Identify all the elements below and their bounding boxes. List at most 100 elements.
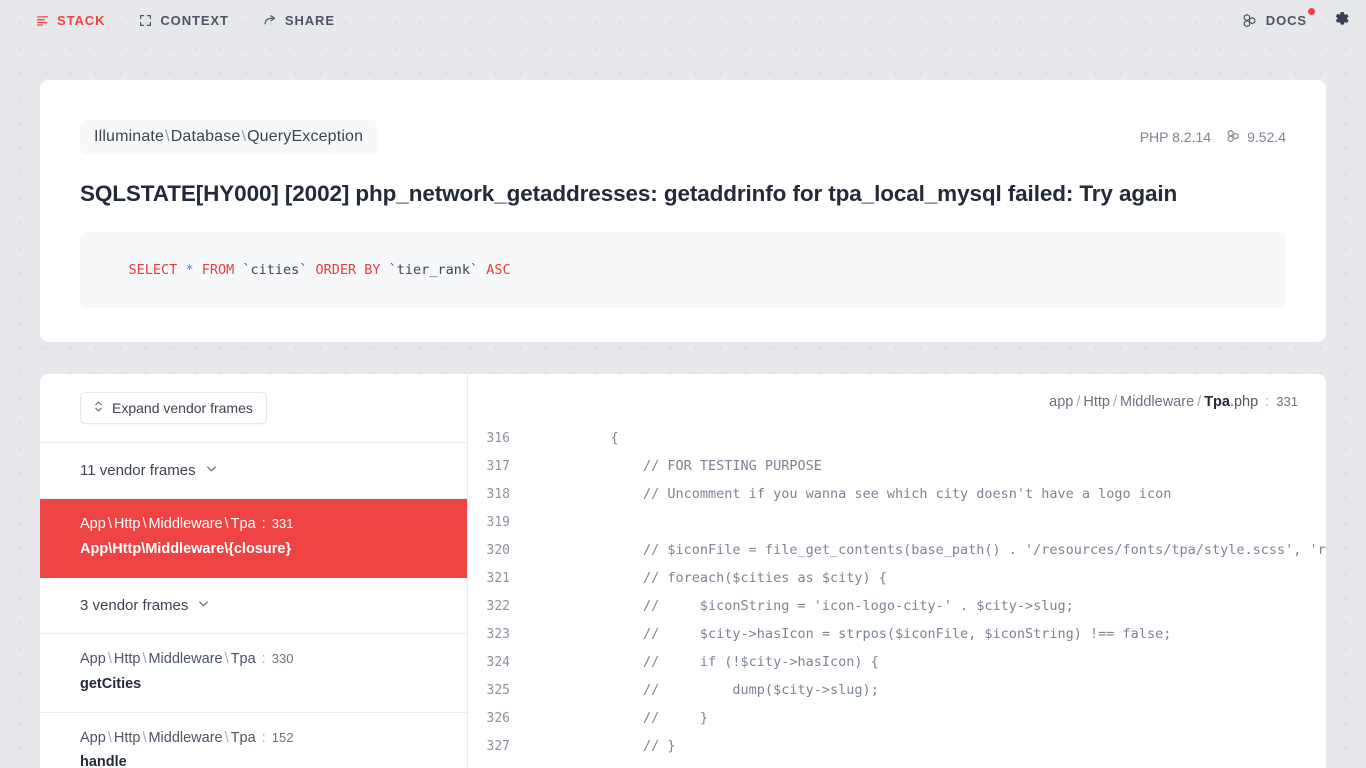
stack-frame-method: getCities (80, 675, 142, 692)
path-part: Tpa (230, 650, 256, 667)
vendor-frames-group[interactable]: 3 vendor frames (40, 578, 467, 634)
chevron-down-icon (197, 597, 210, 614)
frames-pane: Expand vendor frames 11 vendor frames Ap… (40, 374, 468, 768)
sql-token: ASC (486, 262, 511, 279)
stack-frame-item[interactable]: App \ Http \ Middleware \ Tpa : 331 App\Http\M… (40, 499, 467, 578)
exception-versions: PHP 8.2.14 9.52.4 (1140, 129, 1286, 146)
sort-updown-icon (94, 400, 103, 416)
code-line-text: // $iconString = 'icon-logo-city-' . $ci… (578, 598, 1074, 615)
code-line-number: 317 (486, 458, 510, 474)
exception-message: SQLSTATE[HY000] [2002] php_network_getad… (80, 181, 1178, 206)
tab-context-label: CONTEXT (160, 12, 229, 28)
path-part: Middleware (148, 516, 223, 533)
code-line-text: // $city->hasIcon = strpos($iconFile, $i… (578, 626, 1172, 643)
tab-share[interactable]: SHARE (263, 13, 335, 28)
expand-vendor-frames-button[interactable]: Expand vendor frames (80, 392, 267, 425)
code-line-text: // dump($city->slug); (578, 682, 879, 699)
expand-vendor-frames-label: Expand vendor frames (112, 400, 253, 417)
code-line-text: // foreach($cities as $city) { (578, 570, 887, 587)
stack-lines-icon (36, 14, 49, 27)
path-part: Middleware (148, 650, 223, 667)
frames-toolbar: Expand vendor frames (40, 374, 467, 444)
code-line-number: 318 (486, 486, 510, 502)
docs-notification-dot (1308, 7, 1315, 15)
code-lines: 316 { 317 // FOR TESTING PURPOSE 318 // … (468, 424, 1326, 768)
exception-class-badge: Illuminate\Database\QueryException (80, 120, 378, 154)
stack-frame-line: 330 (271, 650, 294, 666)
path-part: Http (113, 650, 141, 667)
exception-card: Illuminate\Database\QueryException PHP 8… (40, 80, 1326, 343)
code-line: 322 // $iconString = 'icon-logo-city-' .… (468, 592, 1326, 620)
exception-class-part: Database (170, 128, 241, 145)
code-line: 323 // $city->hasIcon = strpos($iconFile… (468, 620, 1326, 648)
code-line-text: // } (578, 710, 709, 727)
class-separator: \ (165, 128, 170, 145)
docs-link[interactable]: DOCS (1243, 7, 1315, 28)
laravel-logo-icon (1227, 129, 1241, 146)
vendor-frames-group[interactable]: 11 vendor frames (40, 443, 467, 500)
code-file-breadcrumb: app / Http / Middleware / Tpa.php : 331 (1049, 394, 1298, 411)
topbar-actions: DOCS (1243, 7, 1352, 32)
sql-token: ORDER BY (315, 262, 381, 279)
code-line: 321 // foreach($cities as $city) { (468, 564, 1326, 592)
docs-label: DOCS (1265, 12, 1307, 28)
code-file-ext: .php (1229, 394, 1259, 411)
code-line-number: 319 (486, 514, 510, 530)
stack-frame-method: App\Http\Middleware\{closure} (80, 540, 292, 557)
code-line-number: 320 (486, 542, 510, 558)
code-line: 326 // } (468, 704, 1326, 732)
code-line: 325 // dump($city->slug); (468, 676, 1326, 704)
exception-class-part: QueryException (247, 128, 364, 145)
exception-class-part: Illuminate (94, 128, 165, 145)
path-part: Http (113, 729, 141, 746)
path-part: Middleware (148, 729, 223, 746)
code-line-text: // } (578, 738, 676, 755)
code-line: 318 // Uncomment if you wanna see which … (468, 480, 1326, 508)
sql-token: `tier_rank` (380, 262, 487, 279)
path-part: App (80, 650, 106, 667)
gear-icon (1333, 10, 1350, 30)
topbar-nav: STACK CONTEXT SHARE (36, 13, 335, 28)
stack-frame-path: App \ Http \ Middleware \ Tpa : 152 (80, 729, 294, 746)
code-line: 328 // die; (468, 760, 1326, 768)
path-part: App (80, 516, 106, 533)
settings-button[interactable] (1331, 8, 1352, 32)
path-part: Tpa (230, 729, 256, 746)
code-line-number: 326 (486, 710, 510, 726)
path-part: app (1049, 394, 1074, 411)
code-line-number: 322 (486, 598, 510, 614)
code-line: 327 // } (468, 732, 1326, 760)
code-line-text: { (578, 430, 619, 447)
stack-trace-card: Expand vendor frames 11 vendor frames Ap… (40, 374, 1326, 768)
stack-frame-path: App \ Http \ Middleware \ Tpa : 331 (80, 516, 294, 533)
sql-token: `cities` (234, 262, 316, 279)
laravel-version: 9.52.4 (1247, 129, 1286, 145)
vendor-frames-label: 3 vendor frames (80, 596, 189, 614)
stack-frame-item[interactable]: App \ Http \ Middleware \ Tpa : 330 getCities (40, 634, 467, 713)
code-file-line: 331 (1276, 394, 1298, 410)
path-part: Middleware (1120, 394, 1195, 411)
code-line-number: 327 (486, 738, 510, 754)
stack-frame-line: 331 (271, 516, 294, 532)
sql-token: SELECT (128, 262, 178, 279)
code-pane: app / Http / Middleware / Tpa.php : 331 316 { … (468, 374, 1326, 768)
code-line: 320 // $iconFile = file_get_contents(bas… (468, 536, 1326, 564)
chevron-down-icon (205, 462, 218, 479)
code-line: 324 // if (!$city->hasIcon) { (468, 648, 1326, 676)
stack-frame-item[interactable]: App \ Http \ Middleware \ Tpa : 152 handle (40, 713, 467, 768)
path-part: App (80, 729, 106, 746)
tab-stack-label: STACK (57, 12, 106, 28)
stack-frame-line: 152 (271, 729, 294, 745)
code-line-number: 321 (486, 570, 510, 586)
path-part: Tpa (230, 516, 256, 533)
code-line-number: 325 (486, 682, 510, 698)
code-line-text: // if (!$city->hasIcon) { (578, 654, 879, 671)
context-brackets-icon (139, 14, 152, 27)
tab-share-label: SHARE (284, 12, 335, 28)
code-line-text: // FOR TESTING PURPOSE (578, 458, 822, 475)
sql-token: FROM (201, 262, 235, 279)
laravel-logo-icon (1243, 13, 1258, 28)
tab-stack[interactable]: STACK (36, 13, 105, 28)
tab-context[interactable]: CONTEXT (139, 13, 228, 28)
